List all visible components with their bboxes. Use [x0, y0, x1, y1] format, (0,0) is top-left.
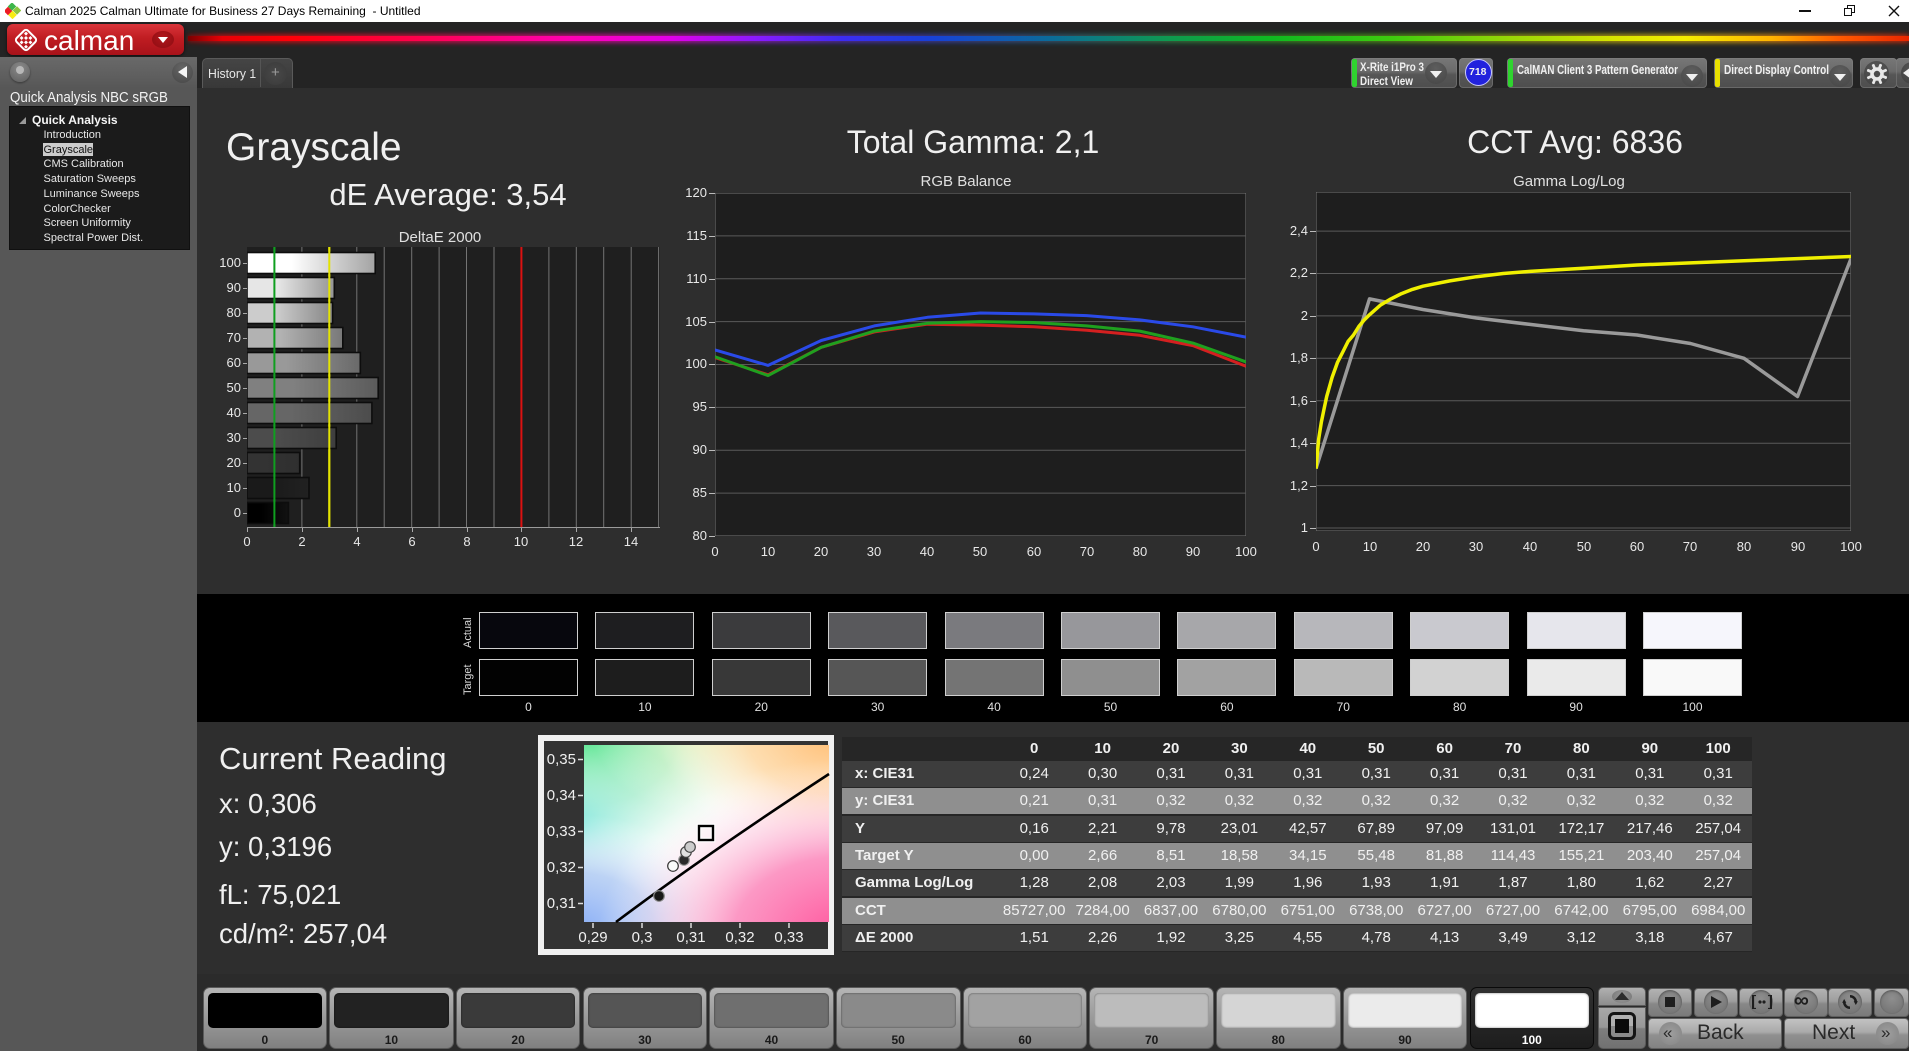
svg-text:0,3: 0,3 — [632, 929, 653, 946]
svg-text:0,34: 0,34 — [547, 787, 576, 804]
svg-text:0,31: 0,31 — [676, 929, 705, 946]
svg-text:0,31: 0,31 — [547, 895, 576, 912]
svg-text:0,29: 0,29 — [578, 929, 607, 946]
svg-text:0,32: 0,32 — [725, 929, 754, 946]
svg-text:0,32: 0,32 — [547, 859, 576, 876]
svg-text:0,33: 0,33 — [547, 823, 576, 840]
svg-text:0,33: 0,33 — [774, 929, 803, 946]
svg-text:0,35: 0,35 — [547, 751, 576, 768]
